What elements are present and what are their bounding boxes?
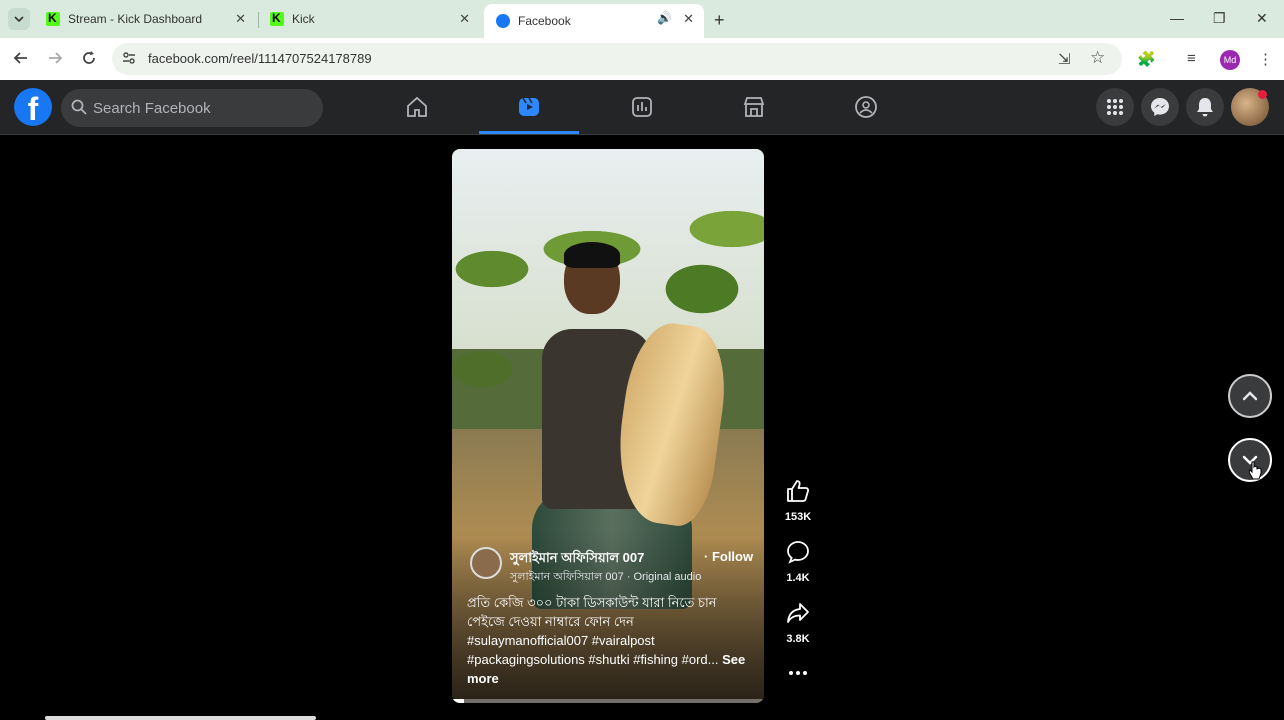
messenger-button[interactable] bbox=[1141, 88, 1179, 126]
facebook-icon bbox=[496, 14, 510, 28]
browser-toolbar: facebook.com/reel/1114707524178789 ⇲ ☆ 🧩… bbox=[0, 38, 1284, 80]
messenger-icon bbox=[1151, 98, 1169, 116]
more-options-button[interactable] bbox=[782, 663, 814, 688]
author-avatar[interactable] bbox=[470, 547, 502, 579]
address-bar[interactable]: facebook.com/reel/1114707524178789 ⇲ ☆ bbox=[112, 43, 1122, 75]
arrow-left-icon bbox=[13, 52, 27, 64]
menu-button[interactable] bbox=[1096, 88, 1134, 126]
tab-title: Kick bbox=[292, 12, 315, 26]
nav-reels[interactable] bbox=[479, 80, 579, 134]
share-button[interactable]: 3.8K bbox=[782, 600, 814, 645]
tab-title: Stream - Kick Dashboard bbox=[68, 12, 203, 26]
notifications-button[interactable] bbox=[1186, 88, 1224, 126]
kick-icon bbox=[270, 11, 284, 26]
author-name[interactable]: সুলাইমান অফিসিয়াল 007 bbox=[510, 549, 644, 570]
video-progress-bar[interactable] bbox=[452, 699, 764, 703]
nav-stats[interactable] bbox=[592, 80, 692, 134]
tab-kick-dashboard[interactable]: Stream - Kick Dashboard ✕ bbox=[34, 4, 256, 34]
reload-button[interactable] bbox=[81, 50, 97, 71]
likes-count: 153K bbox=[784, 511, 812, 523]
reel-caption: প্রতি কেজি ৩০০ টাকা ডিসকাউন্ট যারা নিতে … bbox=[467, 593, 752, 688]
hashtags-text[interactable]: #sulaymanofficial007 #vairalpost #packag… bbox=[467, 633, 719, 667]
thumbs-up-icon bbox=[787, 480, 810, 502]
shares-count: 3.8K bbox=[786, 633, 810, 645]
follow-button[interactable]: · Follow bbox=[704, 549, 753, 564]
search-input[interactable] bbox=[93, 97, 313, 119]
nav-groups[interactable] bbox=[816, 80, 916, 134]
marketplace-icon bbox=[743, 97, 765, 117]
caption-hashtags[interactable]: #sulaymanofficial007 #vairalpost #packag… bbox=[467, 631, 752, 688]
tab-title: Facebook bbox=[518, 14, 571, 28]
forward-button[interactable] bbox=[47, 50, 63, 71]
facebook-header: f bbox=[0, 80, 1284, 135]
reel-video[interactable]: সুলাইমান অফিসিয়াল 007 · Follow সুলাইমান… bbox=[452, 149, 764, 703]
mouse-cursor-icon bbox=[1248, 461, 1262, 480]
groups-icon bbox=[855, 96, 877, 118]
previous-reel-button[interactable] bbox=[1228, 374, 1272, 418]
comment-button[interactable]: 1.4K bbox=[782, 539, 814, 584]
nav-home[interactable] bbox=[367, 80, 467, 134]
close-window-button[interactable]: ✕ bbox=[1256, 10, 1268, 27]
site-settings-icon[interactable] bbox=[122, 51, 136, 65]
close-icon[interactable]: ✕ bbox=[683, 11, 694, 27]
close-icon[interactable]: ✕ bbox=[459, 11, 470, 27]
grid-menu-icon bbox=[1107, 99, 1123, 115]
tab-facebook[interactable]: Facebook 🔊 ✕ bbox=[484, 4, 704, 38]
tab-kick[interactable]: Kick ✕ bbox=[258, 4, 480, 34]
extensions-icon[interactable]: 🧩 bbox=[1137, 50, 1156, 68]
close-icon[interactable]: ✕ bbox=[235, 11, 246, 27]
back-button[interactable] bbox=[13, 50, 29, 71]
browser-tab-strip: Stream - Kick Dashboard ✕ Kick ✕ Faceboo… bbox=[0, 0, 1284, 38]
minimize-button[interactable]: — bbox=[1170, 10, 1184, 26]
stats-icon bbox=[632, 97, 652, 117]
reel-author: সুলাইমান অফিসিয়াল 007 · Follow সুলাইমান… bbox=[470, 547, 760, 587]
restore-button[interactable]: ❐ bbox=[1213, 10, 1226, 27]
chevron-down-icon bbox=[14, 16, 24, 23]
url-text: facebook.com/reel/1114707524178789 bbox=[148, 51, 372, 66]
caption-text: প্রতি কেজি ৩০০ টাকা ডিসকাউন্ট যারা নিতে … bbox=[467, 595, 717, 629]
media-controls-icon[interactable]: ≡ bbox=[1187, 50, 1196, 67]
tab-search-button[interactable] bbox=[8, 8, 30, 30]
notification-dot bbox=[1258, 90, 1267, 99]
share-icon bbox=[787, 603, 809, 623]
bookmark-star-icon[interactable]: ☆ bbox=[1090, 48, 1105, 68]
comments-count: 1.4K bbox=[786, 572, 810, 584]
more-dots-icon bbox=[789, 671, 807, 675]
video-progress-fill bbox=[452, 699, 465, 703]
speaker-icon[interactable]: 🔊 bbox=[657, 11, 672, 25]
new-tab-button[interactable]: + bbox=[714, 10, 725, 31]
bell-icon bbox=[1197, 98, 1213, 117]
like-button[interactable]: 153K bbox=[782, 478, 814, 523]
facebook-logo[interactable]: f bbox=[14, 88, 52, 127]
profile-avatar-button[interactable]: Md bbox=[1220, 50, 1240, 70]
chevron-up-icon bbox=[1242, 391, 1258, 401]
search-icon bbox=[71, 99, 87, 115]
menu-kebab-icon[interactable]: ⋮ bbox=[1258, 50, 1273, 68]
reload-icon bbox=[83, 51, 95, 64]
facebook-search[interactable] bbox=[61, 89, 323, 127]
audio-label[interactable]: সুলাইমান অফিসিয়াল 007 · Original audio bbox=[510, 568, 701, 587]
install-app-icon[interactable]: ⇲ bbox=[1058, 50, 1071, 68]
comment-icon bbox=[787, 541, 809, 564]
arrow-right-icon bbox=[49, 52, 63, 64]
kick-icon bbox=[46, 11, 60, 26]
reels-icon bbox=[519, 97, 539, 116]
nav-marketplace[interactable] bbox=[704, 80, 804, 134]
page-scrollbar[interactable] bbox=[45, 716, 316, 720]
home-icon bbox=[407, 96, 427, 117]
video-scene-person-hair bbox=[564, 242, 620, 268]
